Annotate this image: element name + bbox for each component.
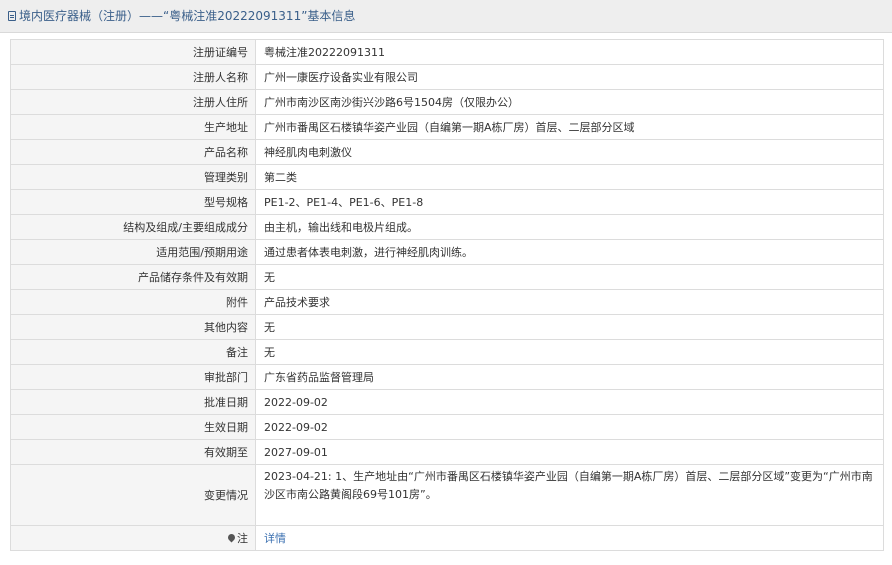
row-value: 无 xyxy=(255,339,884,365)
row-label: 批准日期 xyxy=(10,389,256,415)
row-value: 神经肌肉电刺激仪 xyxy=(255,139,884,165)
row-label: 适用范围/预期用途 xyxy=(10,239,256,265)
row-value: 粤械注准20222091311 xyxy=(255,39,884,65)
table-row: 批准日期 2022-09-02 xyxy=(10,389,884,415)
table-row: 注册人住所 广州市南沙区南沙街兴沙路6号1504房（仅限办公） xyxy=(10,89,884,115)
table-row: 型号规格 PE1-2、PE1-4、PE1-6、PE1-8 xyxy=(10,189,884,215)
detail-link[interactable]: 详情 xyxy=(264,532,286,545)
row-value: PE1-2、PE1-4、PE1-6、PE1-8 xyxy=(255,189,884,215)
row-value: 由主机，输出线和电极片组成。 xyxy=(255,214,884,240)
table-row: 生产地址 广州市番禺区石楼镇华姿产业园（自编第一期A栋厂房）首层、二层部分区域 xyxy=(10,114,884,140)
table-row: 管理类别 第二类 xyxy=(10,164,884,190)
row-label: 产品储存条件及有效期 xyxy=(10,264,256,290)
table-row: 产品名称 神经肌肉电刺激仪 xyxy=(10,139,884,165)
row-value: 广州一康医疗设备实业有限公司 xyxy=(255,64,884,90)
row-value: 2023-04-21: 1、生产地址由“广州市番禺区石楼镇华姿产业园（自编第一期… xyxy=(255,464,884,526)
row-label: 注册人名称 xyxy=(10,64,256,90)
table-row: 注册证编号 粤械注准20222091311 xyxy=(10,39,884,65)
table-row: 生效日期 2022-09-02 xyxy=(10,414,884,440)
row-label: 结构及组成/主要组成成分 xyxy=(10,214,256,240)
note-label-cell: 注 xyxy=(10,525,256,551)
row-label: 生产地址 xyxy=(10,114,256,140)
table-row: 注册人名称 广州一康医疗设备实业有限公司 xyxy=(10,64,884,90)
row-value: 2022-09-02 xyxy=(255,389,884,415)
row-label: 有效期至 xyxy=(10,439,256,465)
table-row: 变更情况 2023-04-21: 1、生产地址由“广州市番禺区石楼镇华姿产业园（… xyxy=(10,464,884,526)
row-label: 备注 xyxy=(10,339,256,365)
table-row: 其他内容 无 xyxy=(10,314,884,340)
table-row: 有效期至 2027-09-01 xyxy=(10,439,884,465)
row-label: 管理类别 xyxy=(10,164,256,190)
row-value: 广州市南沙区南沙街兴沙路6号1504房（仅限办公） xyxy=(255,89,884,115)
row-label: 产品名称 xyxy=(10,139,256,165)
row-label: 附件 xyxy=(10,289,256,315)
row-label: 注册人住所 xyxy=(10,89,256,115)
row-value: 产品技术要求 xyxy=(255,289,884,315)
pin-icon xyxy=(226,532,237,543)
row-value: 第二类 xyxy=(255,164,884,190)
row-label: 注册证编号 xyxy=(10,39,256,65)
row-value: 通过患者体表电刺激，进行神经肌肉训练。 xyxy=(255,239,884,265)
row-value: 广东省药品监督管理局 xyxy=(255,364,884,390)
row-label: 其他内容 xyxy=(10,314,256,340)
table-row: 审批部门 广东省药品监督管理局 xyxy=(10,364,884,390)
row-label: 变更情况 xyxy=(10,464,256,526)
detail-table: 注册证编号 粤械注准20222091311 注册人名称 广州一康医疗设备实业有限… xyxy=(10,39,884,551)
row-value: 2022-09-02 xyxy=(255,414,884,440)
note-label: 注 xyxy=(237,532,248,545)
table-row: 适用范围/预期用途 通过患者体表电刺激，进行神经肌肉训练。 xyxy=(10,239,884,265)
row-value: 2027-09-01 xyxy=(255,439,884,465)
page-title: 境内医疗器械（注册）——“粤械注准20222091311”基本信息 xyxy=(19,9,356,23)
table-row: 备注 无 xyxy=(10,339,884,365)
row-value: 无 xyxy=(255,314,884,340)
row-label: 型号规格 xyxy=(10,189,256,215)
table-row: 结构及组成/主要组成成分 由主机，输出线和电极片组成。 xyxy=(10,214,884,240)
row-value: 无 xyxy=(255,264,884,290)
document-icon xyxy=(8,11,16,21)
row-label: 审批部门 xyxy=(10,364,256,390)
row-value: 广州市番禺区石楼镇华姿产业园（自编第一期A栋厂房）首层、二层部分区域 xyxy=(255,114,884,140)
table-row: 附件 产品技术要求 xyxy=(10,289,884,315)
page-header: 境内医疗器械（注册）——“粤械注准20222091311”基本信息 xyxy=(0,0,892,33)
note-row: 注 详情 xyxy=(10,525,884,551)
row-label: 生效日期 xyxy=(10,414,256,440)
note-value-cell: 详情 xyxy=(255,525,884,551)
table-row: 产品储存条件及有效期 无 xyxy=(10,264,884,290)
